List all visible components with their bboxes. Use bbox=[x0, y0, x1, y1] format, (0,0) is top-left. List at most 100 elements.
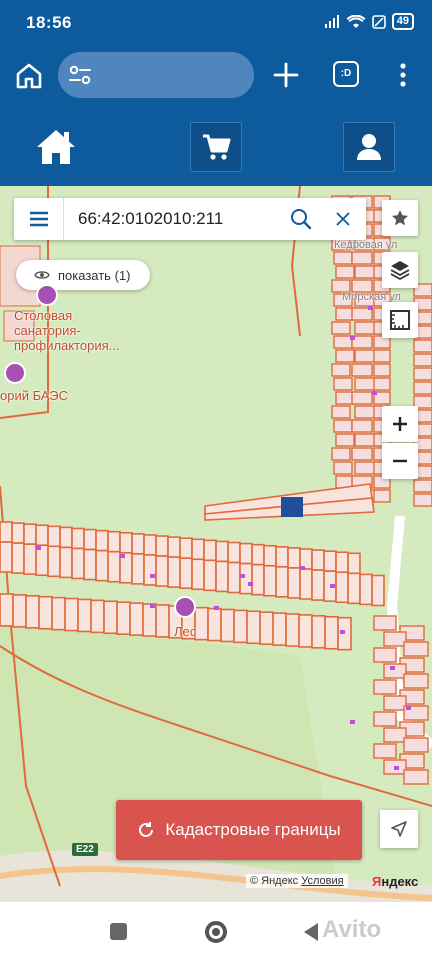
land-parcel bbox=[90, 599, 105, 634]
browser-menu-icon[interactable] bbox=[393, 61, 413, 89]
cart-button[interactable] bbox=[190, 122, 242, 172]
zoom-out-button[interactable] bbox=[382, 443, 418, 479]
locate-button[interactable] bbox=[380, 810, 418, 848]
land-parcel bbox=[59, 546, 73, 579]
land-parcel bbox=[354, 433, 376, 447]
land-parcel bbox=[333, 251, 353, 265]
building-marker bbox=[36, 546, 41, 550]
wifi-icon bbox=[346, 14, 366, 28]
hamburger-icon bbox=[29, 211, 48, 227]
land-parcel bbox=[203, 559, 217, 592]
building-marker bbox=[214, 606, 219, 610]
address-bar[interactable] bbox=[58, 52, 254, 98]
land-parcel bbox=[311, 569, 325, 601]
land-parcel bbox=[413, 353, 432, 367]
land-parcel bbox=[354, 349, 376, 363]
search-icon[interactable] bbox=[290, 208, 312, 230]
status-time: 18:56 bbox=[26, 13, 72, 32]
building-marker bbox=[350, 336, 355, 340]
land-parcel bbox=[142, 603, 157, 637]
layers-button[interactable] bbox=[382, 252, 418, 288]
profile-button[interactable] bbox=[343, 122, 395, 172]
land-parcel bbox=[354, 461, 376, 475]
land-parcel bbox=[359, 573, 373, 606]
building-marker bbox=[390, 666, 395, 670]
land-parcel bbox=[335, 265, 355, 279]
land-parcel bbox=[38, 595, 53, 630]
building-marker bbox=[340, 630, 345, 634]
site-settings-icon[interactable] bbox=[68, 64, 92, 86]
land-parcel bbox=[373, 377, 391, 391]
site-home-button[interactable] bbox=[30, 122, 82, 172]
home-nav-icon[interactable] bbox=[205, 921, 227, 943]
land-parcel bbox=[215, 540, 229, 563]
land-parcel bbox=[12, 594, 27, 628]
clear-icon[interactable] bbox=[332, 208, 354, 230]
land-parcel bbox=[351, 419, 373, 433]
land-parcel bbox=[227, 541, 241, 564]
land-parcel bbox=[285, 613, 300, 647]
land-parcel bbox=[119, 531, 133, 554]
map-copyright: © Яндекс Условия bbox=[246, 874, 348, 888]
navigation-arrow-icon bbox=[391, 821, 407, 837]
tab-switcher-button[interactable]: :D bbox=[333, 61, 359, 87]
land-parcel bbox=[373, 615, 397, 631]
selected-parcel[interactable] bbox=[281, 497, 303, 517]
land-parcel bbox=[351, 251, 373, 265]
poi-label-forest: Лес bbox=[174, 624, 197, 639]
land-parcel bbox=[239, 562, 253, 595]
browser-toolbar: :D bbox=[0, 44, 432, 108]
show-objects-button[interactable]: показать (1) bbox=[16, 260, 150, 290]
ruler-button[interactable] bbox=[382, 302, 418, 338]
browser-home-icon[interactable] bbox=[14, 61, 44, 91]
land-parcel bbox=[373, 363, 391, 377]
land-parcel bbox=[227, 561, 241, 594]
poi-sanatorium-icon[interactable] bbox=[4, 362, 26, 384]
land-parcel bbox=[220, 608, 235, 643]
land-parcel bbox=[191, 538, 205, 561]
eye-icon bbox=[34, 271, 50, 279]
land-parcel bbox=[335, 391, 355, 405]
zoom-in-button[interactable] bbox=[382, 406, 418, 442]
land-parcel bbox=[131, 553, 145, 585]
recents-icon[interactable] bbox=[110, 923, 127, 940]
land-parcel bbox=[354, 321, 376, 335]
land-parcel bbox=[403, 641, 429, 657]
land-parcel bbox=[167, 536, 181, 558]
land-parcel bbox=[383, 727, 407, 743]
back-icon[interactable] bbox=[304, 923, 318, 941]
cadastral-borders-label: Кадастровые границы bbox=[165, 820, 341, 839]
refresh-icon bbox=[139, 822, 154, 837]
poi-cafe-icon[interactable] bbox=[36, 284, 58, 306]
land-parcel bbox=[0, 593, 14, 627]
land-parcel bbox=[129, 602, 144, 636]
cadastral-borders-button[interactable]: Кадастровые границы bbox=[116, 800, 362, 860]
poi-forest-icon[interactable] bbox=[174, 596, 196, 618]
search-input[interactable]: 66:42:0102010:211 bbox=[78, 209, 223, 229]
signal-icon bbox=[324, 14, 339, 28]
new-tab-icon[interactable] bbox=[272, 61, 300, 89]
cart-icon bbox=[203, 134, 231, 160]
poi-label-sanatorium: Столовая санатория-профилактория... bbox=[14, 308, 120, 353]
land-parcel bbox=[95, 549, 109, 582]
land-parcel bbox=[287, 567, 301, 599]
land-parcel bbox=[403, 769, 429, 785]
building-marker bbox=[372, 391, 377, 395]
land-parcel bbox=[287, 547, 301, 569]
land-parcel bbox=[263, 544, 277, 567]
terms-link[interactable]: Условия bbox=[301, 875, 343, 887]
land-parcel bbox=[71, 527, 85, 550]
star-icon bbox=[392, 210, 408, 226]
land-parcel bbox=[335, 433, 355, 447]
favorites-button[interactable] bbox=[382, 200, 418, 236]
land-parcel bbox=[333, 335, 353, 349]
cadastral-map[interactable]: 66:42:0102010:211 Кедровая ул Морская ул… bbox=[0, 186, 432, 902]
land-parcel bbox=[103, 600, 118, 635]
land-parcel bbox=[324, 615, 339, 650]
land-parcel bbox=[331, 321, 351, 335]
building-marker bbox=[394, 766, 399, 770]
search-menu-button[interactable] bbox=[14, 198, 64, 240]
land-parcel bbox=[413, 339, 432, 353]
cadastral-search-box[interactable]: 66:42:0102010:211 bbox=[14, 198, 366, 240]
land-parcel bbox=[64, 597, 79, 632]
